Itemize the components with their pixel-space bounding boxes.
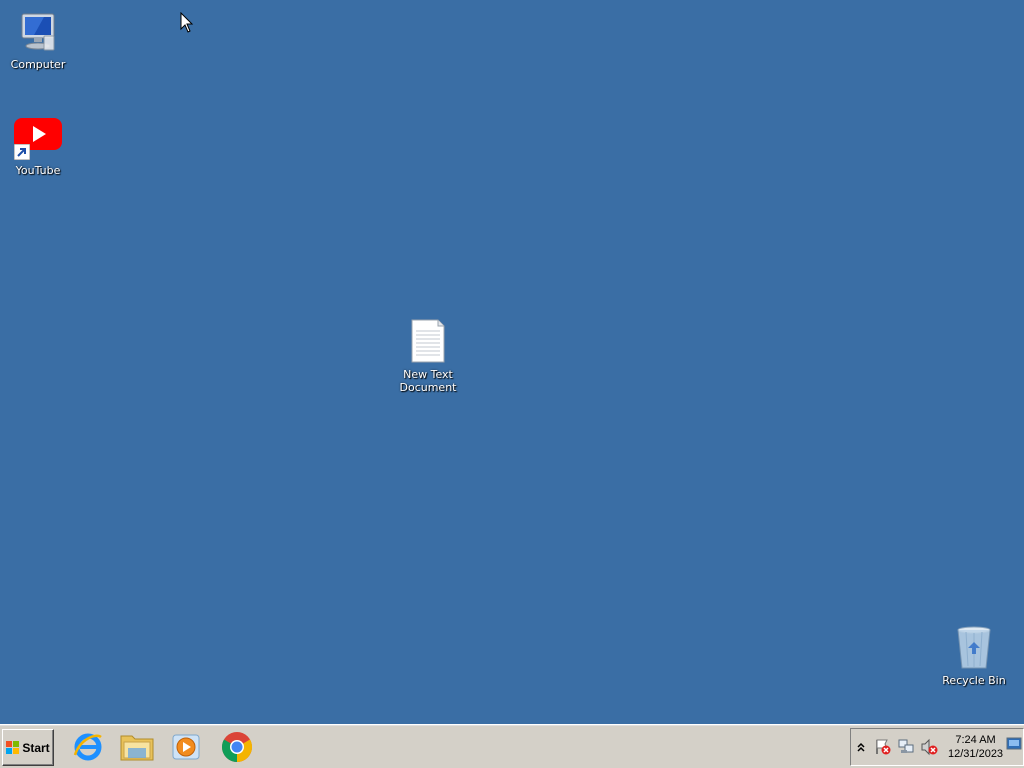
recycle-bin-label: Recycle Bin [942,674,1006,687]
taskbar: Start 7:24 AM 12/31/2023 [0,724,1024,768]
clock[interactable]: 7:24 AM 12/31/2023 [948,733,1003,761]
text-document-icon [404,318,452,366]
internet-explorer-icon [73,733,102,761]
computer-desktop-icon[interactable]: Computer [0,8,76,71]
recycle-bin-desktop-icon[interactable]: Recycle Bin [936,624,1012,687]
chevron-up-icon [857,742,865,752]
show-desktop-icon [1006,737,1022,750]
youtube-label: YouTube [15,164,61,177]
action-center-icon[interactable] [874,738,892,756]
show-hidden-icons-button[interactable] [853,739,869,755]
clock-time: 7:24 AM [955,734,996,746]
start-button[interactable]: Start [2,729,54,766]
chrome-icon [221,732,253,762]
recycle-bin-icon [950,624,998,672]
text-document-desktop-icon[interactable]: New Text Document [390,318,466,394]
taskbar-pin-chrome[interactable] [219,729,255,765]
youtube-desktop-icon[interactable]: YouTube [0,114,76,177]
shortcut-arrow-icon [13,143,31,161]
computer-icon [14,8,62,56]
youtube-icon [13,114,62,162]
media-player-icon [172,734,200,760]
mouse-cursor-icon [180,11,194,34]
taskbar-pin-windows-explorer[interactable] [119,729,155,765]
text-document-label: New Text Document [399,368,457,394]
desktop[interactable]: Computer YouTube New Text Document Recyc… [0,0,1024,724]
taskbar-pin-media-player[interactable] [168,729,204,765]
show-desktop-button[interactable] [1006,737,1022,751]
system-tray: 7:24 AM 12/31/2023 [850,728,1024,766]
computer-label: Computer [10,58,66,71]
windows-flag-icon [6,740,20,755]
folder-icon [120,735,154,761]
network-icon[interactable] [897,738,915,756]
taskbar-pin-internet-explorer[interactable] [70,729,106,765]
volume-muted-icon[interactable] [920,738,938,756]
start-label: Start [22,740,50,755]
clock-date: 12/31/2023 [948,748,1004,760]
